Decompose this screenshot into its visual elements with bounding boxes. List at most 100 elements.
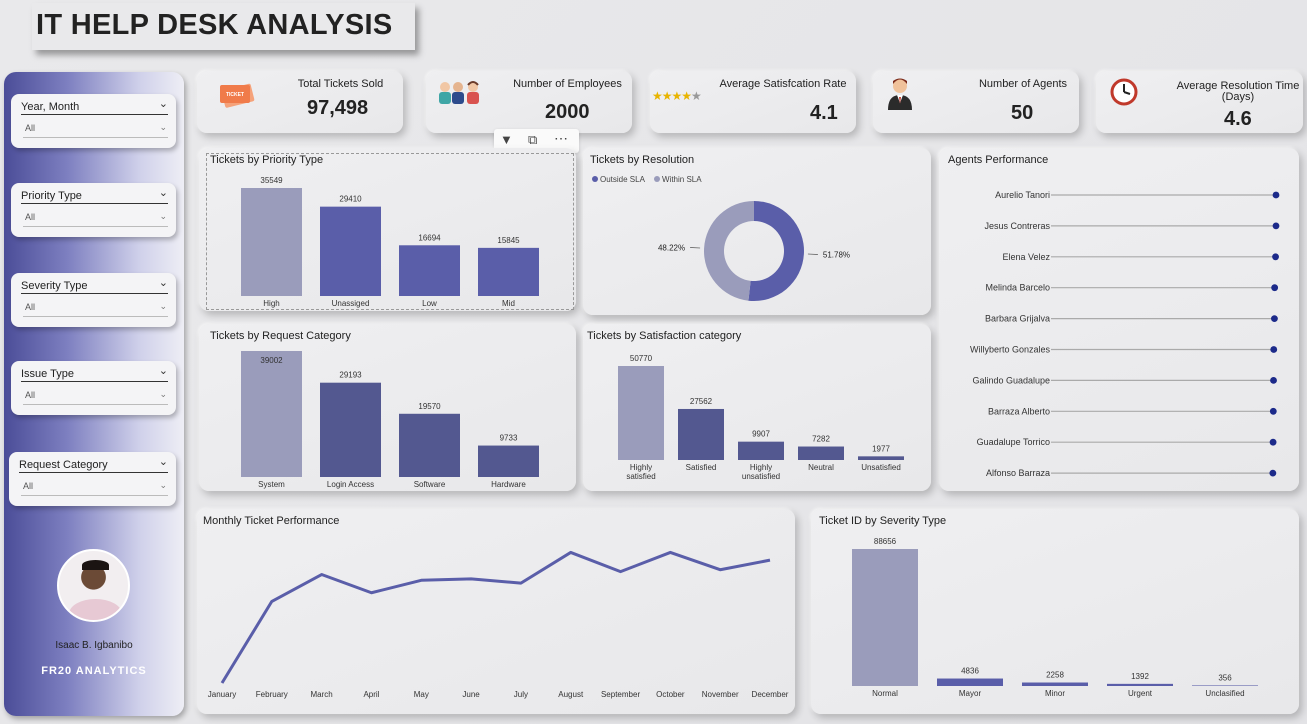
agent-icon [888,78,912,110]
kpi-card-satisfaction: ★★★★★ Average Satisfcation Rate 4.1 [650,71,856,133]
data-label: 27562 [690,397,713,406]
bar [478,445,539,477]
lollipop-dot [1269,407,1277,415]
donut-slice [703,201,754,301]
kpi-card-tickets: TICKET Total Tickets Sold 97,498 [197,71,403,133]
chevron-down-icon[interactable]: ⌄ [159,389,167,400]
lollipop-dot [1269,438,1277,446]
slicer-divider [19,472,168,473]
slicer-divider [21,203,168,204]
chart-card-request[interactable]: Tickets by Request Category 39002 System 2… [199,324,576,491]
data-label: 2258 [1046,671,1064,680]
page-title-box: IT HELP DESK ANALYSIS [32,3,415,50]
x-tick-label: September [601,690,640,699]
slicer-value-underline [23,404,168,405]
kpi-card-employees: Number of Employees 2000 [426,71,632,133]
bar [399,245,460,296]
slicer-issue-type[interactable]: Issue Type ⌄ All ⌄ [11,361,176,415]
slicer-value[interactable]: All [25,302,35,312]
slicer-value-underline [23,137,168,138]
x-tick-label: Unsatisfied [861,463,901,472]
data-label: 39002 [260,356,283,365]
bar [798,446,844,460]
chevron-down-icon[interactable]: ⌄ [159,276,168,289]
filter-icon[interactable]: ▼ [500,132,513,147]
slicer-priority-type[interactable]: Priority Type ⌄ All ⌄ [11,183,176,237]
agent-name: Barraza Alberto [988,406,1050,416]
agent-name: Guadalupe Torrico [977,437,1050,447]
donut-slice [748,201,804,301]
slicer-label: Year, Month [21,101,80,113]
chevron-down-icon[interactable]: ⌄ [159,455,168,468]
x-tick-label: Software [414,480,446,489]
data-label: 1392 [1131,672,1149,681]
lollipop-dot [1269,469,1277,477]
data-label: 9733 [500,434,518,443]
brand-logo: FR20 ANALYTICS [41,665,147,677]
chevron-down-icon[interactable]: ⌄ [159,186,168,199]
bar [738,441,784,460]
x-tick-label: June [462,690,480,699]
x-tick-label: Low [422,299,437,308]
lollipop-dot [1271,315,1278,322]
slicer-value[interactable]: All [25,123,35,133]
x-tick-label: Highly [750,463,772,472]
chart-resolution-svg: Outside SLA Within SLA 51.78% 48.22% [592,175,850,301]
agent-name: Aurelio Tanori [995,190,1050,200]
slicer-year-month[interactable]: Year, Month ⌄ All ⌄ [11,94,176,148]
slicer-request-category[interactable]: Request Category ⌄ All ⌄ [9,452,176,506]
kpi-label: Number of Agents [978,78,1068,90]
data-label: 9907 [752,430,770,439]
chart-card-severity[interactable]: Ticket ID by Severity Type 88656 Normal 48… [811,509,1299,714]
bar [1107,683,1173,686]
slicer-severity-type[interactable]: Severity Type ⌄ All ⌄ [11,273,176,327]
x-tick-label: Unassiged [332,299,370,308]
chevron-down-icon[interactable]: ⌄ [159,364,168,377]
x-tick-label: July [514,690,528,699]
x-tick-label: January [208,690,236,699]
lollipop-dot [1272,222,1280,230]
profile-name: Isaac B. Igbanibo [55,640,133,651]
chart-card-priority[interactable]: Tickets by Priority Type 35549 High 29410 U… [199,148,576,311]
kpi-value: 4.6 [1224,108,1252,130]
chart-card-satisfaction[interactable]: Tickets by Satisfaction category 50770 Hi… [583,324,931,491]
ticket-icon: TICKET [220,83,255,108]
chevron-down-icon[interactable]: ⌄ [159,480,167,491]
x-tick-label: March [311,690,333,699]
slicer-value-underline [21,495,168,496]
leader-line [690,247,701,249]
chevron-down-icon[interactable]: ⌄ [159,211,167,222]
agent-name: Alfonso Barraza [986,468,1050,478]
more-options-icon[interactable]: ⋯ [554,130,568,147]
chevron-down-icon[interactable]: ⌄ [159,97,168,110]
chart-card-agents[interactable]: Agents Performance Aurelio Tanori Jesus C… [939,148,1299,491]
avatar [57,549,130,622]
data-label: 16694 [418,233,441,242]
slicer-label: Severity Type [21,280,88,292]
chart-card-monthly[interactable]: Monthly Ticket Performance January Februa… [197,509,795,714]
legend-marker [654,176,660,182]
kpi-value: 97,498 [307,97,369,119]
chevron-down-icon[interactable]: ⌄ [159,122,167,133]
bar [241,188,302,296]
chart-request-svg: 39002 System 29193 Login Access 19570 Softwar… [241,351,539,489]
chart-card-resolution[interactable]: Tickets by Resolution Outside SLA Within … [583,148,931,315]
agent-name: Elena Velez [1002,252,1050,262]
lollipop-dot [1272,191,1280,199]
focus-mode-icon[interactable]: ⧉ [528,132,537,148]
slicer-value[interactable]: All [23,481,33,491]
slicer-divider [21,114,168,115]
bar [478,247,539,296]
bar [937,678,1003,686]
bar [618,366,664,460]
slicer-value[interactable]: All [25,212,35,222]
data-label: 19570 [418,402,441,411]
data-label: 35549 [260,176,283,185]
x-tick-label: Normal [872,689,898,698]
bar [241,351,302,477]
x-tick-label: Satisfied [686,463,717,472]
chevron-down-icon[interactable]: ⌄ [159,301,167,312]
slicer-value[interactable]: All [25,390,35,400]
slicer-divider [21,293,168,294]
kpi-label: Number of Employees [513,78,622,90]
